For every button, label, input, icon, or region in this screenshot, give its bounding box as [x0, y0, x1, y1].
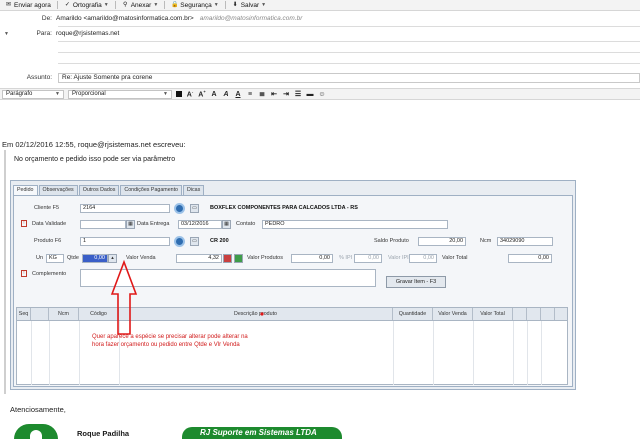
annotation-text: Quer aparece a espécie se precisar alter… — [92, 334, 248, 348]
closing-text: Atenciosamente, — [10, 405, 66, 414]
signature-name: Roque Padilha — [77, 429, 130, 438]
annotation-arrow — [110, 259, 264, 335]
company-name: RJ Suporte em Sistemas LTDA — [200, 428, 317, 437]
logo-shape — [30, 430, 42, 439]
